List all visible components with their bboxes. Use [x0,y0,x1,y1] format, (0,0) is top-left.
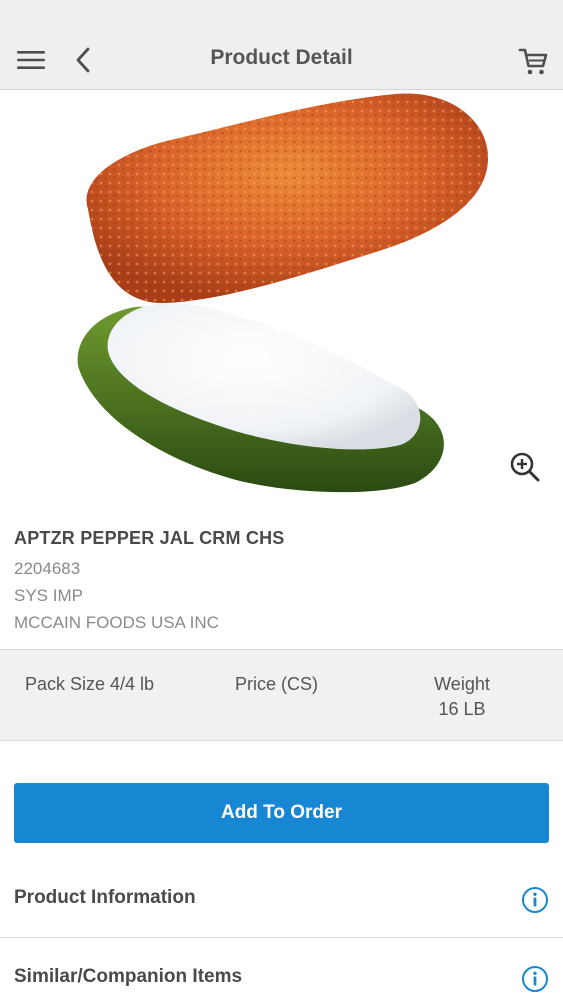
add-to-order-button[interactable]: Add To Order [14,783,549,843]
jalapeno-popper-image [0,91,563,511]
product-information-label: Product Information [14,887,196,908]
product-info: APTZR PEPPER JAL CRM CHS 2204683 SYS IMP… [14,525,549,636]
product-manufacturer: MCCAIN FOODS USA INC [14,613,219,632]
pack-size: Pack Size 4/4 lb [25,674,155,694]
info-icon[interactable] [521,965,549,993]
info-icon[interactable] [521,886,549,914]
product-name: APTZR PEPPER JAL CRM CHS [14,528,285,548]
weight-value: 16 LB [438,699,486,719]
app-header: Product Detail [0,0,563,90]
page-title: Product Detail [210,46,353,69]
zoom-in-icon[interactable] [508,450,542,484]
product-information-row[interactable]: Product Information [0,858,563,938]
similar-companion-items-row[interactable]: Similar/Companion Items [0,938,563,1000]
weight-label: Weight [434,674,490,694]
weight: Weight 16 LB [410,672,514,722]
product-brand: SYS IMP [14,586,83,605]
product-stats: Pack Size 4/4 lb Price (CS) Weight 16 LB [0,649,563,741]
price-label: Price (CS) [235,674,319,694]
product-code: 2204683 [14,559,81,578]
shopping-cart-icon[interactable] [516,44,550,78]
similar-companion-items-label: Similar/Companion Items [14,966,243,987]
